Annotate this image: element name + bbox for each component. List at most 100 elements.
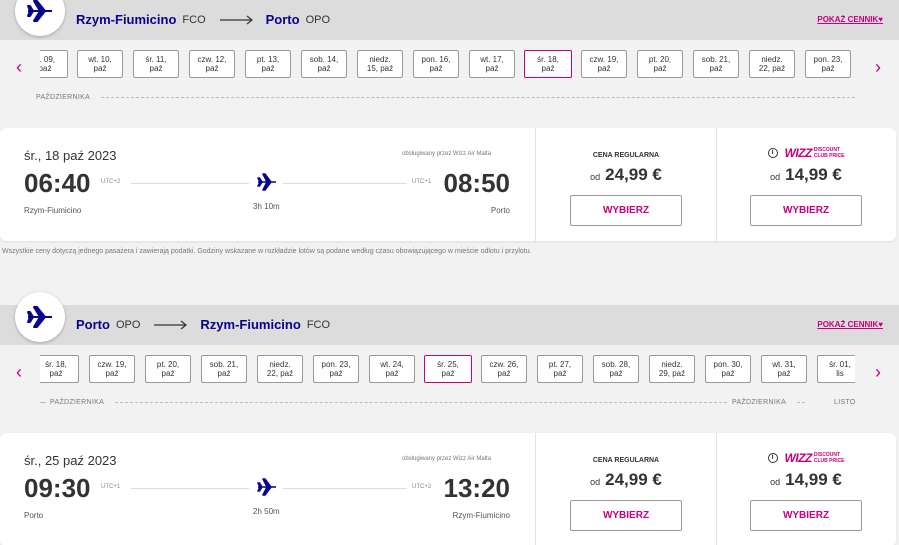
date-cell[interactable]: czw. 19, paź <box>581 50 627 78</box>
date-cell[interactable]: sob. 21, paź <box>201 355 247 383</box>
club-price-column: i WIZZ DISCOUNT CLUB PRICE od 14,99 € WYBI… <box>716 433 896 545</box>
date-list-outbound: ń. 09,paź wt. 10,paź śr. 11,paź czw. 12,… <box>40 50 855 80</box>
date-cell[interactable]: sob. 21, paź <box>693 50 739 78</box>
regular-price-label: CENA REGULARNA <box>592 457 660 464</box>
date-cell[interactable]: czw. 26, paź <box>481 355 527 383</box>
club-logo-text: DISCOUNT CLUB PRICE <box>813 452 845 464</box>
info-icon[interactable]: i <box>767 453 778 463</box>
date-cell[interactable]: śr. 01, lis <box>817 355 855 383</box>
regular-price: od 24,99 € <box>590 470 662 489</box>
date-strip-inbound: ‹ śr. 18, paź czw. 19, paź pt. 20, paź sob.… <box>0 345 899 415</box>
club-price: od 14,99 € <box>770 165 842 184</box>
departure-timezone: UTC+2 <box>101 179 121 185</box>
date-cell[interactable]: wt. 10, paź <box>77 50 123 78</box>
flight-date: śr., 18 paź 2023 <box>24 148 117 163</box>
date-cell[interactable]: wt. 24, paź <box>369 355 415 383</box>
show-pricing-link[interactable]: POKAŻ CENNIK♥ <box>817 15 883 24</box>
origin-city: Rzym-Fiumicino <box>76 12 177 27</box>
wizz-logo: WIZZ <box>784 451 813 465</box>
date-cell[interactable]: wt. 31, paź <box>761 355 807 383</box>
plane-circle-outbound <box>15 0 65 36</box>
arrival-city: Rzym-Fiumicino <box>452 511 510 520</box>
date-list-inbound: śr. 18, paź czw. 19, paź pt. 20, paź sob. 2… <box>40 355 855 385</box>
chevron-right-icon[interactable]: › <box>871 362 885 382</box>
date-cell[interactable]: czw. 12, paź <box>189 50 235 78</box>
regular-price-column: CENA REGULARNA od 24,99 € WYBIERZ <box>536 433 716 545</box>
date-cell[interactable]: pon. 23, paź <box>805 50 851 78</box>
route-title-inbound: Porto OPO Rzym-Fiumicino FCO <box>76 317 330 332</box>
route-title-outbound: Rzym-Fiumicino FCO Porto OPO <box>76 12 330 27</box>
origin-city: Porto <box>76 317 110 332</box>
month-label: PAŹDZIERNIKA <box>50 399 105 406</box>
flight-line <box>283 183 407 184</box>
wizz-discount-club-logo: i WIZZ DISCOUNT CLUB PRICE <box>716 146 896 160</box>
price-note: Wszystkie ceny dotyczą jednego pasażera … <box>2 248 532 255</box>
month-label: PAŹDZIERNIKA <box>36 94 91 101</box>
flight-duration: 2h 50m <box>253 507 280 516</box>
regular-price-column: CENA REGULARNA od 24,99 € WYBIERZ <box>536 128 716 241</box>
date-cell[interactable]: śr. 11, paź <box>133 50 179 78</box>
wizz-logo: WIZZ <box>784 146 813 160</box>
date-cell[interactable]: śr. 18, paź <box>40 355 79 383</box>
date-cell[interactable]: sob. 14, paź <box>301 50 347 78</box>
flight-line <box>131 183 249 184</box>
select-club-button[interactable]: WYBIERZ <box>750 195 862 226</box>
operated-by: obsługiwany przez Wizz Air Malta <box>402 151 492 157</box>
month-label: PAŹDZIERNIKA <box>732 399 787 406</box>
heart-icon: ♥ <box>878 15 883 24</box>
date-cell[interactable]: wt. 17, paź <box>469 50 515 78</box>
arrow-right-icon <box>154 320 188 329</box>
destination-code: OPO <box>305 13 331 26</box>
chevron-right-icon[interactable]: › <box>871 57 885 77</box>
info-icon[interactable]: i <box>767 148 778 158</box>
date-cell[interactable]: sob. 28, paź <box>593 355 639 383</box>
select-regular-button[interactable]: WYBIERZ <box>570 195 682 226</box>
month-label: LISTO <box>834 399 856 406</box>
date-cell[interactable]: pon. 30, paź <box>705 355 751 383</box>
chevron-left-icon[interactable]: ‹ <box>12 362 26 382</box>
date-cell[interactable]: niedz. 22, paź <box>257 355 303 383</box>
destination-city: Porto <box>265 12 300 27</box>
date-cell[interactable]: pt. 27, paź <box>537 355 583 383</box>
departure-time: 09:30 <box>24 473 91 503</box>
date-cell-selected[interactable]: śr. 25, paź <box>424 355 472 383</box>
month-divider <box>101 97 855 98</box>
date-cell[interactable]: pt. 20, paź <box>637 50 683 78</box>
departure-time: 06:40 <box>24 168 91 198</box>
chevron-left-icon[interactable]: ‹ <box>12 57 26 77</box>
flight-card-inbound: śr., 25 paź 2023 obsługiwany przez Wizz … <box>0 433 896 545</box>
arrival-timezone: UTC+1 <box>412 179 432 185</box>
arrival-timezone: UTC+2 <box>412 484 432 490</box>
date-cell[interactable]: pon. 23, paź <box>313 355 359 383</box>
plane-circle-inbound <box>15 292 65 342</box>
date-cell[interactable]: niedz. 29, paź <box>649 355 695 383</box>
club-logo-text: DISCOUNT CLUB PRICE <box>813 147 845 159</box>
plane-icon <box>27 306 52 328</box>
regular-price: od 24,99 € <box>590 165 662 184</box>
date-cell[interactable]: pon. 16, paź <box>413 50 459 78</box>
departure-timezone: UTC+1 <box>101 484 121 490</box>
date-strip-outbound: ‹ ń. 09,paź wt. 10,paź śr. 11,paź czw. 1… <box>0 40 899 110</box>
select-club-button[interactable]: WYBIERZ <box>750 500 862 531</box>
date-cell-selected[interactable]: śr. 18, paź <box>524 50 572 78</box>
flight-card-outbound: śr., 18 paź 2023 obsługiwany przez Wizz … <box>0 128 896 241</box>
inbound-route-header: Porto OPO Rzym-Fiumicino FCO POKAŻ CENNI… <box>0 292 899 345</box>
date-cell[interactable]: pt. 13, paź <box>245 50 291 78</box>
plane-icon <box>257 478 276 496</box>
arrival-time: 08:50 <box>443 168 511 198</box>
departure-city: Porto <box>24 511 44 520</box>
date-cell[interactable]: niedz. 15, paź <box>357 50 403 78</box>
regular-price-label: CENA REGULARNA <box>592 152 660 159</box>
month-divider <box>40 402 46 403</box>
plane-icon <box>27 0 52 22</box>
date-cell[interactable]: pt. 20, paź <box>145 355 191 383</box>
show-pricing-link[interactable]: POKAŻ CENNIK♥ <box>817 320 883 329</box>
origin-code: OPO <box>115 318 141 331</box>
date-cell[interactable]: czw. 19, paź <box>89 355 135 383</box>
plane-icon <box>257 173 276 191</box>
date-cell[interactable]: niedz. 22, paź <box>749 50 795 78</box>
origin-code: FCO <box>182 13 206 26</box>
arrival-city: Porto <box>490 206 510 215</box>
date-cell[interactable]: ń. 09,paź <box>40 50 68 78</box>
select-regular-button[interactable]: WYBIERZ <box>570 500 682 531</box>
